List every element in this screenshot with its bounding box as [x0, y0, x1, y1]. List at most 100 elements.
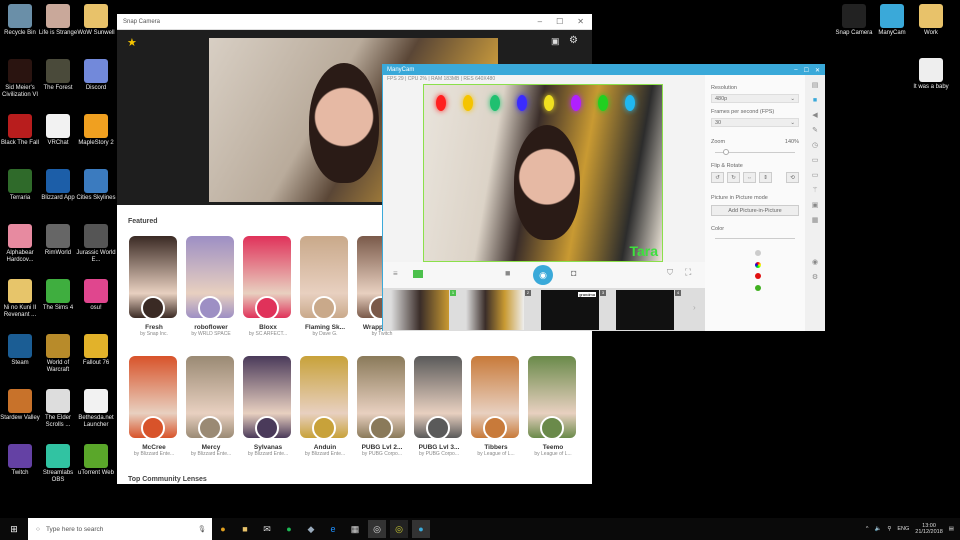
rotate-right-button[interactable]: ↻	[727, 172, 740, 183]
clock[interactable]: 13:00 21/12/2018	[915, 523, 943, 535]
lens-card[interactable]: Fresh by Snap Inc.	[129, 236, 179, 337]
playlist-icon[interactable]: ≡	[393, 269, 398, 278]
video-icon[interactable]: ■	[810, 97, 820, 105]
chevron-up-icon[interactable]: ^	[866, 526, 869, 532]
twitch-icon[interactable]: ▣	[551, 36, 560, 47]
screen-icon[interactable]: ▭	[810, 172, 820, 180]
thumbnail-1[interactable]: 1	[391, 290, 456, 330]
network-icon[interactable]: ⚲	[887, 526, 891, 532]
desktop-icon[interactable]: Black The Fall	[0, 114, 40, 147]
desktop-icon[interactable]: Terraria	[0, 169, 40, 202]
star-icon[interactable]: ★	[127, 36, 137, 49]
mail-icon[interactable]: ✉	[258, 520, 276, 538]
chrome-icon[interactable]: ●	[214, 520, 232, 538]
desktop-icon[interactable]: Sid Meier's Civilization VI	[0, 59, 40, 99]
minimize-button[interactable]: –	[794, 67, 797, 74]
desktop-icon[interactable]: Alphabear Hardcov...	[0, 224, 40, 264]
lens-card[interactable]: Bloxx by SC ARFECT...	[243, 236, 293, 337]
desktop-icon[interactable]: Recycle Bin	[0, 4, 40, 37]
search-box[interactable]: ○ Type here to search 🎙	[28, 518, 212, 540]
fps-select[interactable]: 30 ⌄	[711, 118, 799, 127]
spotify-icon[interactable]: ●	[280, 520, 298, 538]
thumbnail-2[interactable]: 2	[466, 290, 531, 330]
desktop-icon[interactable]: The Forest	[38, 59, 78, 92]
desktop-icon[interactable]: World of Warcraft	[38, 334, 78, 374]
close-button[interactable]: ✕	[815, 67, 820, 74]
desktop-icon[interactable]: Stardew Valley	[0, 389, 40, 422]
settings-icon[interactable]: ⚙	[810, 274, 820, 282]
desktop-icon[interactable]: Discord	[76, 59, 116, 92]
flip-vertical-button[interactable]: ⇕	[759, 172, 772, 183]
thumbnail-4[interactable]: 4	[616, 290, 681, 330]
grid-icon[interactable]: ▦	[810, 217, 820, 225]
desktop-icon[interactable]: Steam	[0, 334, 40, 367]
account-icon[interactable]: ◉	[810, 259, 820, 267]
lens-card[interactable]: Anduin by Blizzard Ente...	[300, 356, 350, 457]
camera-icon[interactable]: ◘	[571, 268, 576, 278]
resolution-select[interactable]: 480p ⌄	[711, 94, 799, 103]
lens-card[interactable]: PUBG Lvl 3... by PUBG Corpo...	[414, 356, 464, 457]
flip-horizontal-button[interactable]: ⇔	[743, 172, 756, 183]
desktop-icon[interactable]: Bethesda.net Launcher	[76, 389, 116, 429]
thumbnail-3[interactable]: grandma 3	[541, 290, 606, 330]
close-button[interactable]: ✕	[577, 17, 584, 26]
lens-card[interactable]: PUBG Lvl 2... by PUBG Corpo...	[357, 356, 407, 457]
app-icon[interactable]: ◆	[302, 520, 320, 538]
desktop-icon[interactable]: ManyCam	[872, 4, 912, 37]
desktop-icon[interactable]: Fallout 76	[76, 334, 116, 367]
lens-card[interactable]: Mercy by Blizzard Ente...	[186, 356, 236, 457]
rotate-left-button[interactable]: ↺	[711, 172, 724, 183]
file-explorer-icon[interactable]: ■	[236, 520, 254, 538]
calculator-icon[interactable]: ▦	[346, 520, 364, 538]
desktop-icon[interactable]: The Elder Scrolls ...	[38, 389, 78, 429]
notifications-icon[interactable]: ▤	[949, 526, 954, 532]
maximize-button[interactable]: ☐	[556, 17, 563, 26]
zoom-slider[interactable]	[711, 147, 799, 157]
add-pip-button[interactable]: Add Picture-in-Picture	[711, 205, 799, 216]
app-icon-2[interactable]: ◎	[390, 520, 408, 538]
language[interactable]: ENG	[897, 526, 909, 532]
desktop-icon[interactable]: Jurassic World E...	[76, 224, 116, 264]
video-icon[interactable]: ■	[505, 268, 510, 278]
next-arrow[interactable]: ›	[693, 303, 696, 312]
desktop-icon[interactable]: Cities Skylines	[76, 169, 116, 202]
layers-icon[interactable]: ▣	[810, 202, 820, 210]
lens-card[interactable]: Sylvanas by Blizzard Ente...	[243, 356, 293, 457]
desktop-icon[interactable]: It was a baby	[911, 58, 951, 91]
gear-icon[interactable]: ⚙	[569, 35, 578, 46]
desktop-icon[interactable]: Work	[911, 4, 951, 37]
desktop-icon[interactable]: MapleStory 2	[76, 114, 116, 147]
desktop-icon[interactable]: WoW Sunwell	[76, 4, 116, 37]
desktop-icon[interactable]: ▭	[810, 157, 820, 165]
desktop-icon[interactable]: Streamlabs OBS	[38, 444, 78, 484]
lens-card[interactable]: roboflower by WRLD SPACE	[186, 236, 236, 337]
fullscreen-icon[interactable]: ⛶	[685, 267, 691, 278]
lens-card[interactable]: Teemo by League of L...	[528, 356, 578, 457]
minimize-button[interactable]: –	[538, 17, 542, 26]
draw-icon[interactable]: ✎	[810, 127, 820, 135]
desktop-icon[interactable]: Blizzard App	[38, 169, 78, 202]
snap-camera-taskbar-icon[interactable]: ◎	[368, 520, 386, 538]
presets-icon[interactable]: ▤	[810, 82, 820, 90]
shield-icon[interactable]: ⛉	[667, 268, 673, 278]
lens-card[interactable]: Tibbers by League of L...	[471, 356, 521, 457]
desktop-icon[interactable]: Twitch	[0, 444, 40, 477]
desktop-icon[interactable]: Snap Camera	[834, 4, 874, 37]
clock-icon[interactable]: ◷	[810, 142, 820, 150]
magic-wand-icon[interactable]: ⚚	[810, 187, 820, 195]
maximize-button[interactable]: ☐	[804, 67, 809, 74]
desktop-icon[interactable]: uTorrent Web	[76, 444, 116, 477]
desktop-icon[interactable]: The Sims 4	[38, 279, 78, 312]
desktop-icon[interactable]: Ni no Kuni II Revenant ...	[0, 279, 40, 319]
layout-icon[interactable]	[413, 270, 423, 278]
color-sliders[interactable]	[711, 232, 799, 292]
microphone-icon[interactable]: 🎙	[198, 525, 212, 533]
volume-icon[interactable]: 🔈	[874, 526, 881, 532]
audio-icon[interactable]: ◀	[810, 112, 820, 120]
broadcast-button[interactable]: ◉	[533, 265, 553, 285]
desktop-icon[interactable]: RimWorld	[38, 224, 78, 257]
desktop-icon[interactable]: VRChat	[38, 114, 78, 147]
manycam-taskbar-icon[interactable]: ●	[412, 520, 430, 538]
desktop-icon[interactable]: osu!	[76, 279, 116, 312]
reset-button[interactable]: ⟲	[786, 172, 799, 183]
